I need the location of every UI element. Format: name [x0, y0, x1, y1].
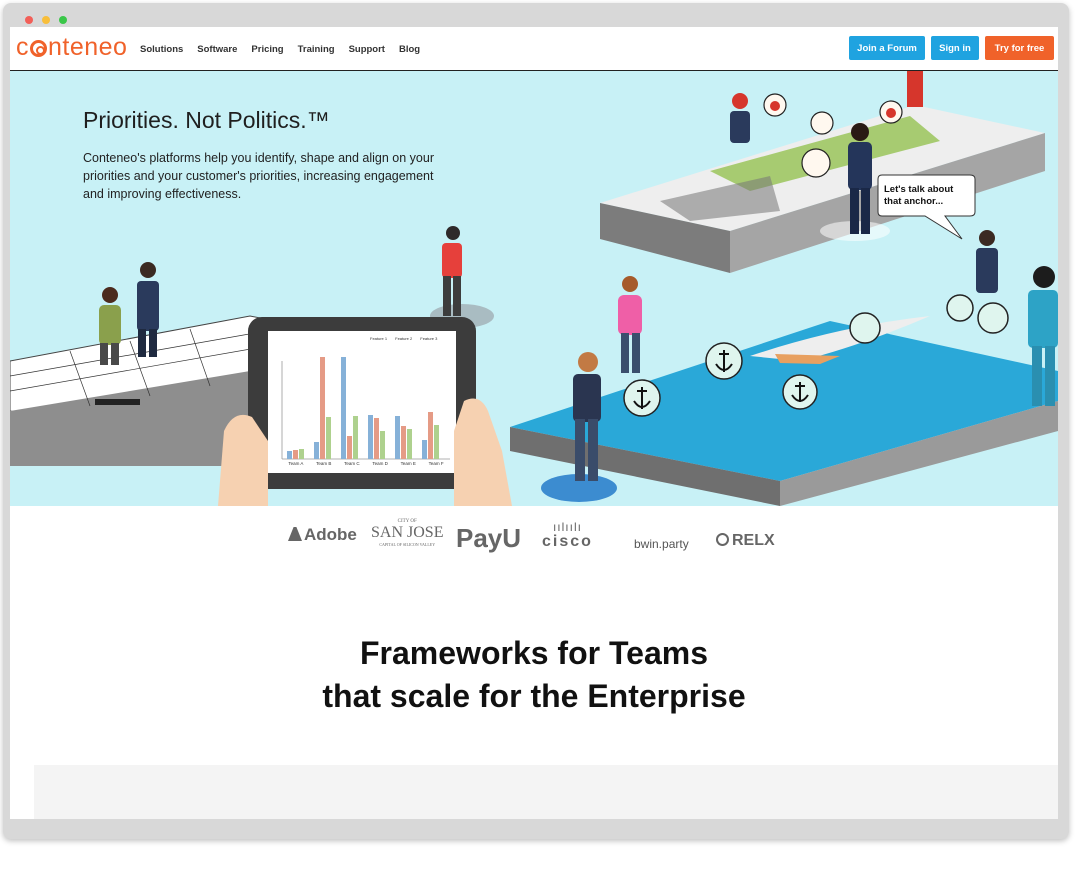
cisco-bars-icon: ıılıılı	[552, 520, 582, 534]
legend-feature-1: Feature 1	[370, 336, 388, 341]
grid-dark-bar	[95, 399, 140, 405]
relx-icon	[716, 533, 729, 546]
menu-item-pricing[interactable]: Pricing	[251, 44, 283, 55]
menu-item-software[interactable]: Software	[197, 44, 237, 55]
window-controls	[25, 16, 67, 24]
menu-item-blog[interactable]: Blog	[399, 44, 420, 55]
conteneo-logo[interactable]: c nteneo	[16, 33, 127, 62]
cisco-logo: ıılıılı cisco	[542, 520, 593, 550]
hero-illustration	[10, 71, 1058, 506]
section-title-line-1: Frameworks for Teams	[360, 635, 708, 671]
section-title-line-2: that scale for the Enterprise	[322, 678, 746, 714]
hero-section: Priorities. Not Politics.™ Conteneo's pl…	[10, 71, 1058, 506]
team-e-label: Team E	[400, 461, 416, 466]
client-logos: Adobe CITY OF SAN JOSE CAPITAL OF SILICO…	[10, 507, 1058, 582]
menu-item-support[interactable]: Support	[349, 44, 385, 55]
close-dot[interactable]	[25, 16, 33, 24]
payu-logo: PayU	[456, 523, 522, 553]
right-hand	[454, 398, 512, 506]
team-a-label: Team A	[288, 461, 304, 466]
adobe-logo: Adobe	[288, 525, 357, 545]
menu-item-solutions[interactable]: Solutions	[140, 44, 183, 55]
menu-item-training[interactable]: Training	[298, 44, 335, 55]
tablet-chart-legend: Feature 1 Feature 2 Feature 3	[370, 336, 437, 341]
main-menu: Solutions Software Pricing Training Supp…	[140, 44, 420, 55]
bwin-party-logo: bwin.party	[634, 537, 689, 551]
relx-logo: RELX	[716, 532, 775, 550]
hero-description: Conteneo's platforms help you identify, …	[83, 151, 434, 201]
try-free-button[interactable]: Try for free	[985, 36, 1054, 60]
adobe-icon	[288, 527, 302, 541]
section-title: Frameworks for Teams that scale for the …	[10, 632, 1058, 718]
hero-title: Priorities. Not Politics.™	[83, 107, 330, 133]
apples	[770, 101, 896, 118]
top-nav: c nteneo Solutions Software Pricing Train…	[10, 27, 1058, 71]
tablet-chart-xlabels: Team A Team B Team C Team D Team E Team …	[282, 461, 450, 466]
team-c-label: Team C	[344, 461, 360, 466]
minimize-dot[interactable]	[42, 16, 50, 24]
team-d-label: Team D	[372, 461, 388, 466]
content-preview-band	[34, 765, 1058, 819]
maximize-dot[interactable]	[59, 16, 67, 24]
page-viewport: c nteneo Solutions Software Pricing Train…	[10, 27, 1058, 819]
team-f-label: Team F	[428, 461, 444, 466]
legend-feature-3: Feature 3	[420, 336, 438, 341]
join-forum-button[interactable]: Join a Forum	[849, 36, 925, 60]
speech-bubble-text: Let's talk about that anchor...	[884, 184, 954, 207]
san-jose-logo: CITY OF SAN JOSE CAPITAL OF SILICON VALL…	[371, 519, 444, 547]
legend-feature-2: Feature 2	[395, 336, 413, 341]
team-b-label: Team B	[316, 461, 332, 466]
sign-in-button[interactable]: Sign in	[931, 36, 979, 60]
tablet	[218, 317, 512, 506]
